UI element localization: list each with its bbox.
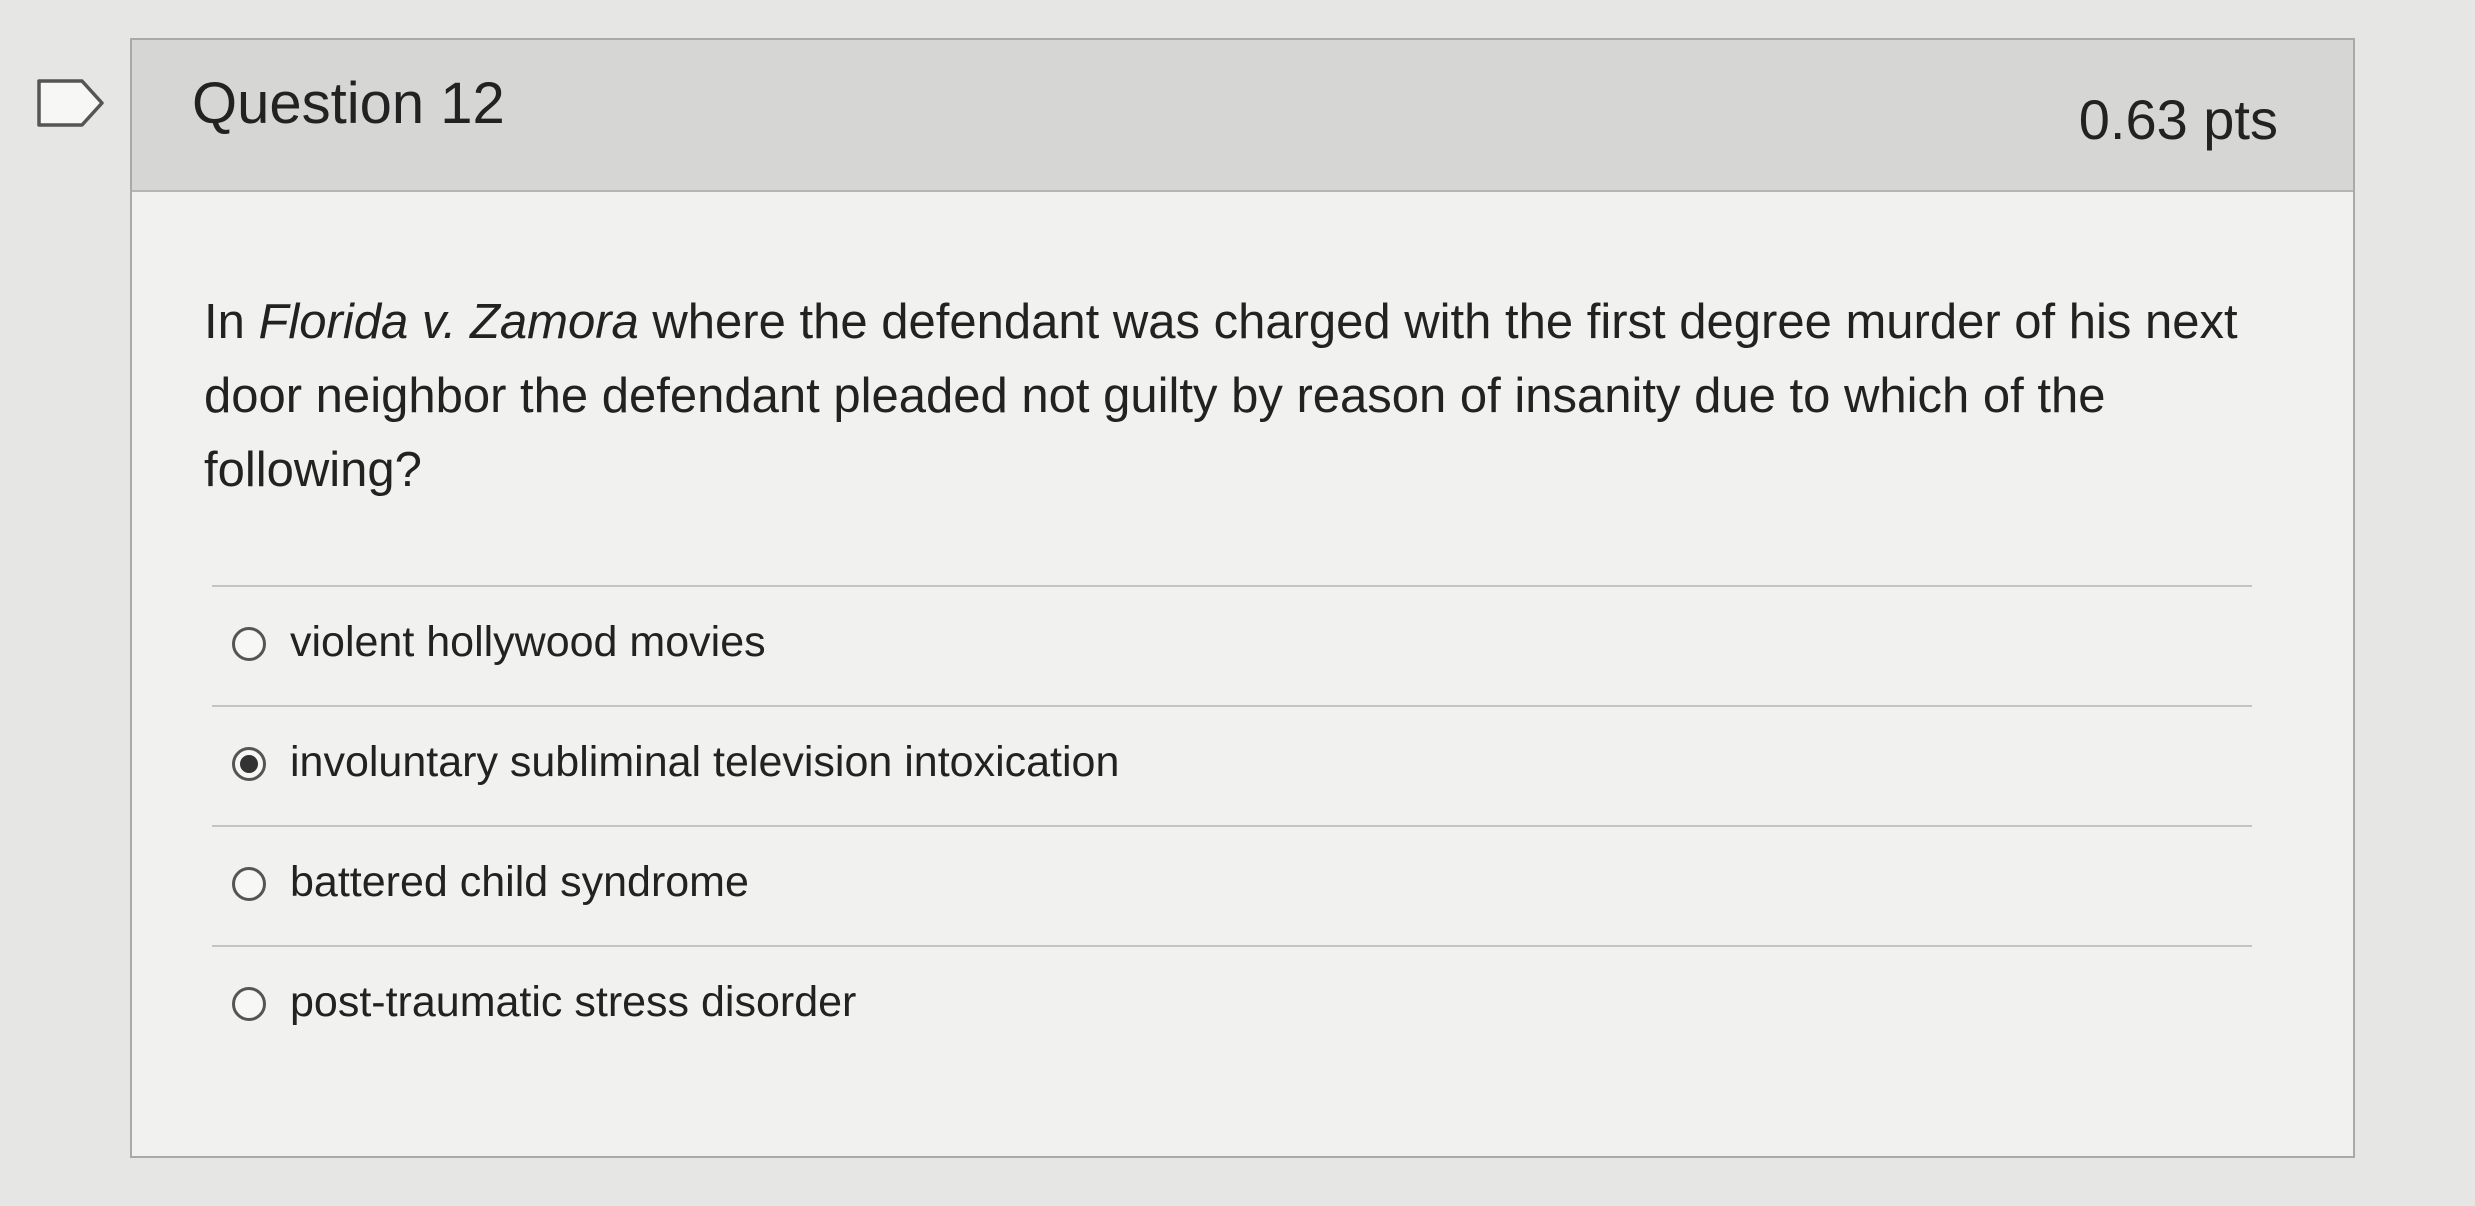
radio-button[interactable]	[232, 987, 266, 1021]
question-points: 0.63 pts	[2078, 88, 2278, 151]
answer-label[interactable]: battered child syndrome	[290, 855, 749, 911]
answer-option[interactable]: battered child syndrome	[212, 825, 2252, 945]
question-text: In Florida v. Zamora where the defendant…	[204, 285, 2314, 507]
question-text-prefix: In	[204, 295, 259, 349]
radio-button-selected[interactable]	[232, 747, 266, 781]
question-header: Question 12 0.63 pts	[132, 40, 2353, 192]
answer-option[interactable]: violent hollywood movies	[212, 585, 2252, 705]
case-name: Florida v. Zamora	[258, 295, 639, 349]
answer-label[interactable]: post-traumatic stress disorder	[290, 975, 856, 1031]
answer-option[interactable]: post-traumatic stress disorder	[212, 945, 2252, 1065]
answer-label[interactable]: violent hollywood movies	[290, 615, 766, 671]
flag-question-icon[interactable]	[36, 78, 106, 128]
question-title: Question 12	[192, 71, 505, 136]
answer-list: violent hollywood movies involuntary sub…	[212, 585, 2252, 1065]
question-card: Question 12 0.63 pts In Florida v. Zamor…	[130, 38, 2355, 1158]
radio-button[interactable]	[232, 627, 266, 661]
radio-button[interactable]	[232, 867, 266, 901]
answer-label[interactable]: involuntary subliminal television intoxi…	[290, 735, 1119, 791]
answer-option[interactable]: involuntary subliminal television intoxi…	[212, 705, 2252, 825]
